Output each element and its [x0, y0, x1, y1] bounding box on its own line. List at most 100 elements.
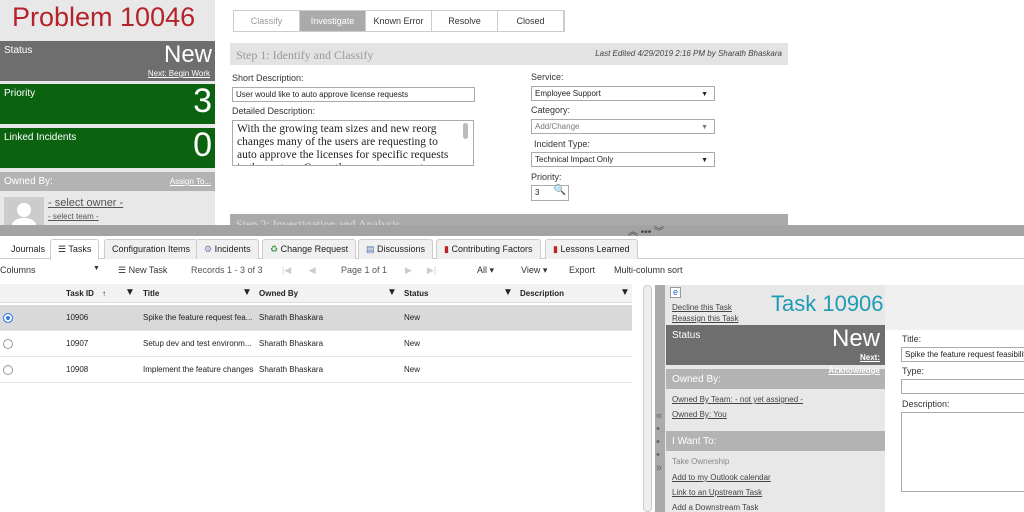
first-page-icon[interactable]: |◀ ◀ — [282, 265, 316, 276]
filter-icon[interactable]: ▼ — [125, 287, 135, 298]
i-want-to-bar: I Want To: — [666, 431, 885, 451]
new-task-button[interactable]: ☰ New Task — [118, 265, 167, 276]
columns-dropdown[interactable]: Columns — [0, 265, 36, 275]
filter-icon[interactable]: ▼ — [503, 287, 513, 298]
priority-label: Priority — [4, 88, 36, 99]
tab-discussions[interactable]: ▤ Discussions — [358, 239, 434, 259]
task-description-textarea[interactable] — [901, 412, 1024, 492]
priority-value: 3 — [193, 82, 212, 120]
service-select[interactable]: Employee Support — [531, 86, 715, 101]
owned-by-team-link[interactable]: Owned By Team: - not yet assigned - — [672, 395, 803, 404]
tab-tasks[interactable]: ☰ Tasks — [50, 239, 100, 260]
next-link[interactable]: Next: — [860, 353, 880, 362]
step-investigate[interactable]: Investigate — [300, 11, 366, 31]
step-resolve[interactable]: Resolve — [432, 11, 498, 31]
linked-value: 0 — [193, 126, 212, 164]
linked-incidents-card: Linked Incidents 0 — [0, 126, 215, 168]
col-description[interactable]: Description — [520, 289, 564, 298]
owned-by-label: Owned By: — [4, 176, 53, 187]
collapse-up-icon[interactable]: ︽ ••• ︾ — [628, 223, 664, 238]
category-label: Category: — [531, 105, 571, 115]
row-radio[interactable] — [3, 365, 13, 375]
task-title-cell: Spike the feature request fea... — [143, 313, 253, 322]
problem-summary-panel: Problem 10046 Status New Next: Begin Wor… — [0, 0, 215, 225]
col-title[interactable]: Title — [143, 289, 159, 298]
filter-icon[interactable]: ▼ — [620, 287, 630, 298]
task-description-label: Description: — [902, 399, 950, 409]
table-row[interactable]: 10908 Implement the feature changes Shar… — [0, 357, 632, 383]
tab-change-request[interactable]: ♻ Change Request — [262, 239, 357, 259]
detailed-description-textarea[interactable]: With the growing team sizes and new reor… — [232, 120, 474, 166]
owner-cell: Sharath Bhaskara — [259, 313, 324, 322]
status-label: Status — [4, 45, 33, 56]
collapse-icon: «• • •» — [656, 410, 663, 474]
ie-icon[interactable]: e — [670, 287, 681, 298]
add-outlook-calendar-link[interactable]: Add to my Outlook calendar — [672, 473, 771, 482]
page-indicator: Page 1 of 1 — [341, 265, 388, 275]
all-filter-dropdown[interactable]: All ▾ — [477, 265, 494, 276]
incident-type-select[interactable]: Technical Impact Only — [531, 152, 715, 167]
task-status-label: Status — [672, 330, 701, 341]
task-title-input[interactable]: Spike the feature request feasibility — [901, 347, 1024, 362]
take-ownership-action[interactable]: Take Ownership — [672, 457, 729, 466]
decline-task-link[interactable]: Decline this Task — [672, 303, 732, 312]
short-description-label: Short Description: — [232, 73, 304, 83]
panel-collapse-strip[interactable]: «• • •» — [655, 285, 665, 512]
view-dropdown[interactable]: View ▾ — [521, 265, 547, 276]
incidents-icon: ⚙ — [204, 244, 215, 254]
next-begin-work-link[interactable]: Next: Begin Work — [148, 69, 210, 78]
col-status[interactable]: Status — [404, 289, 428, 298]
task-type-input[interactable] — [901, 379, 1024, 394]
step1-header[interactable]: Step 1: Identify and Classify Last Edite… — [230, 43, 788, 65]
problem-title: Problem 10046 — [12, 2, 196, 32]
tab-lessons-learned[interactable]: ▮ Lessons Learned — [545, 239, 638, 259]
link-upstream-task-link[interactable]: Link to an Upstream Task — [672, 488, 762, 497]
col-owned-by[interactable]: Owned By — [259, 289, 298, 298]
step-closed[interactable]: Closed — [498, 11, 564, 31]
next-page-icon[interactable]: ▶ ▶| — [405, 265, 436, 276]
step-classify[interactable]: Classify — [234, 11, 300, 31]
export-button[interactable]: Export — [569, 265, 595, 275]
step-known-error[interactable]: Known Error — [366, 11, 432, 31]
priority-lookup-icon[interactable]: 🔍 — [554, 186, 566, 196]
service-label: Service: — [531, 72, 564, 82]
incident-type-label: Incident Type: — [534, 139, 590, 149]
add-downstream-task-link[interactable]: Add a Downstream Task — [672, 503, 759, 512]
task-panel: e Task 10906 Decline this Task Reassign … — [665, 285, 885, 512]
textarea-scrollbar[interactable] — [463, 123, 468, 139]
table-row[interactable]: 10906 Spike the feature request fea... S… — [0, 305, 632, 331]
owned-by-you-link[interactable]: Owned By: You — [672, 410, 727, 419]
tab-contributing-factors[interactable]: ▮ Contributing Factors — [436, 239, 541, 259]
acknowledge-link[interactable]: Acknowledge — [828, 366, 880, 375]
row-radio[interactable] — [3, 339, 13, 349]
splitter-bar[interactable]: ︽ ••• ︾ — [0, 223, 1024, 238]
row-radio[interactable] — [3, 313, 13, 323]
select-owner-link[interactable]: - select owner - — [48, 197, 123, 209]
status-cell: New — [404, 313, 421, 322]
tab-incidents[interactable]: ⚙ Incidents — [196, 239, 259, 259]
status-value: New — [163, 41, 212, 68]
multi-column-sort-button[interactable]: Multi-column sort — [614, 265, 683, 275]
grid-header: Task ID ↑ ▼ Title ▼ Owned By ▼ Status ▼ Descr… — [0, 284, 632, 303]
detailed-description-label: Detailed Description: — [232, 106, 316, 116]
short-description-input[interactable]: User would like to auto approve license … — [232, 87, 475, 102]
priority-input[interactable]: 3 🔍 — [531, 185, 569, 201]
process-stepper: Classify Investigate Known Error Resolve… — [233, 10, 565, 32]
tab-configuration-items[interactable]: Configuration Items — [104, 239, 199, 259]
columns-chevron-icon[interactable]: ▼ — [93, 265, 100, 272]
tab-journals[interactable]: Journals — [3, 239, 53, 259]
records-count: Records 1 - 3 of 3 — [191, 265, 263, 275]
filter-icon[interactable]: ▼ — [387, 287, 397, 298]
grid-scrollbar[interactable] — [643, 285, 652, 512]
reassign-task-link[interactable]: Reassign this Task — [672, 314, 739, 323]
select-team-link[interactable]: - select team - — [48, 212, 99, 221]
assign-to-link[interactable]: Assign To... — [170, 177, 211, 186]
owner-cell: Sharath Bhaskara — [259, 365, 324, 374]
table-row[interactable]: 10907 Setup dev and test environm... Sha… — [0, 331, 632, 357]
col-task-id[interactable]: Task ID — [66, 289, 94, 298]
linked-label: Linked Incidents — [4, 132, 77, 143]
filter-icon[interactable]: ▼ — [242, 287, 252, 298]
tasks-icon: ☰ — [58, 244, 69, 254]
category-select[interactable]: Add/Change — [531, 119, 715, 134]
avatar — [4, 197, 44, 225]
